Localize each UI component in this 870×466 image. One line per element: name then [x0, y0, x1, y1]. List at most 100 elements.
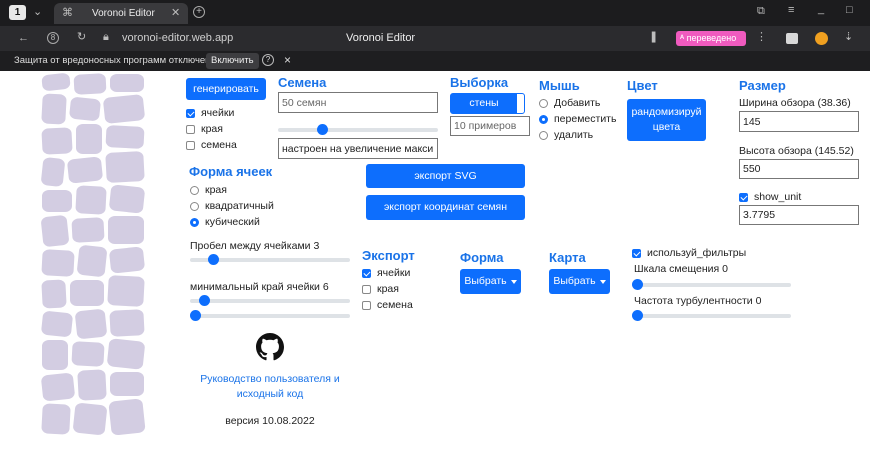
voronoi-cell [71, 341, 105, 367]
walls-toggle-label: стены [451, 94, 517, 113]
mouse-move-radio[interactable] [539, 115, 548, 124]
export-seeds-button[interactable]: экспорт координат семян [366, 195, 525, 220]
voronoi-cell [73, 403, 107, 435]
map-heading: Карта [549, 250, 586, 265]
min-edge-slider[interactable] [190, 299, 350, 303]
translated-badge[interactable]: ᴬ переведено [676, 31, 746, 46]
downloads-icon[interactable]: ⇣ [844, 32, 853, 43]
menu-icon[interactable]: ≡ [788, 5, 794, 16]
close-warning-icon[interactable]: × [284, 53, 291, 67]
slider-thumb[interactable] [632, 279, 643, 290]
reload-icon[interactable]: ↻ [77, 32, 86, 43]
voronoi-cell [67, 156, 103, 184]
voronoi-preview[interactable] [40, 72, 146, 438]
map-select-button[interactable]: Выбрать [549, 269, 610, 294]
github-icon[interactable] [256, 333, 284, 361]
cell-shape-edges-label: края [205, 184, 227, 196]
export-cells-checkbox[interactable] [362, 269, 371, 278]
minimize-icon[interactable]: _ [818, 4, 824, 15]
view-height-input[interactable]: 550 [739, 159, 859, 179]
tab-list-chevron-icon[interactable]: ⌄ [33, 7, 42, 18]
extension-icon[interactable] [815, 32, 828, 45]
cell-shape-cubic-label: кубический [205, 216, 260, 228]
turbulence-label: Частота турбулентности 0 [634, 295, 762, 307]
more-icon[interactable]: ⋮ [756, 32, 767, 43]
url-text[interactable]: voronoi-editor.web.app [122, 32, 233, 44]
export-edges-checkbox[interactable] [362, 285, 371, 294]
voronoi-cell [41, 403, 71, 435]
use-filters-label: используй_фильтры [647, 247, 747, 259]
extra-slider[interactable] [190, 314, 350, 318]
cell-shape-quadratic-label: квадратичный [205, 200, 274, 212]
seed-count-input[interactable]: 50 семян [278, 92, 438, 113]
yandex-protect-icon[interactable]: 8 [47, 32, 59, 44]
export-heading: Экспорт [362, 248, 415, 263]
voronoi-cell [109, 309, 145, 337]
voronoi-cell [75, 185, 107, 215]
user-guide-link[interactable]: Руководство пользователя и исходный код [195, 372, 345, 402]
export-seeds-checkbox[interactable] [362, 301, 371, 310]
seeds-heading: Семена [278, 75, 327, 90]
color-heading: Цвет [627, 78, 658, 93]
help-icon[interactable]: ? [262, 54, 274, 66]
tab-close-icon[interactable]: ✕ [171, 8, 180, 19]
chevron-down-icon [510, 279, 517, 284]
voronoi-cell [41, 311, 73, 337]
view-width-input[interactable]: 145 [739, 111, 859, 132]
slider-thumb[interactable] [632, 310, 643, 321]
show-unit-checkbox[interactable] [739, 193, 748, 202]
cell-shape-quadratic-radio[interactable] [190, 202, 199, 211]
enable-protection-button[interactable]: Включить [206, 53, 259, 69]
slider-thumb[interactable] [190, 310, 201, 321]
voronoi-cell [75, 309, 107, 339]
slider-thumb[interactable] [207, 254, 219, 265]
collections-icon[interactable]: ⧉ [757, 6, 765, 17]
show-seeds-checkbox[interactable] [186, 141, 195, 150]
tab-counter[interactable]: 1 [9, 5, 26, 20]
voronoi-cell [108, 399, 146, 435]
voronoi-cell [107, 275, 145, 307]
randomize-colors-button[interactable]: рандомизируй цвета [627, 99, 706, 141]
export-svg-button[interactable]: экспорт SVG [366, 164, 525, 188]
walls-toggle[interactable]: стены [450, 93, 525, 114]
voronoi-cell [105, 151, 145, 183]
voronoi-cell [41, 157, 65, 187]
voronoi-cell [41, 215, 69, 247]
export-edges-label: края [377, 283, 399, 295]
offset-scale-slider[interactable] [632, 283, 791, 287]
slider-thumb[interactable] [316, 124, 328, 135]
browser-tab[interactable]: ⌘ Voronoi Editor ✕ [54, 3, 188, 24]
new-tab-icon[interactable]: + [193, 6, 205, 18]
min-edge-label: минимальный край ячейки 6 [190, 281, 329, 293]
cell-shape-edges-radio[interactable] [190, 186, 199, 195]
security-warning-bar: Защита от вредоносных программ отключена… [0, 51, 870, 71]
shape-select-button[interactable]: Выбрать [460, 269, 521, 294]
warning-text: Защита от вредоносных программ отключена [14, 55, 216, 66]
reader-icon[interactable] [786, 33, 798, 44]
seeds-slider[interactable] [278, 128, 438, 132]
use-filters-checkbox[interactable] [632, 249, 641, 258]
voronoi-cell [41, 73, 71, 91]
samples-input[interactable]: 10 примеров [450, 116, 530, 136]
mouse-heading: Мышь [539, 78, 580, 93]
show-edges-checkbox[interactable] [186, 125, 195, 134]
sampling-heading: Выборка [450, 75, 509, 90]
bookmark-icon[interactable]: ❚ [649, 32, 658, 43]
mouse-delete-radio[interactable] [539, 131, 548, 140]
voronoi-cell [109, 184, 145, 214]
show-cells-checkbox[interactable] [186, 109, 195, 118]
voronoi-favicon-icon: ⌘ [62, 7, 73, 19]
back-icon[interactable]: ← [18, 33, 29, 44]
slider-thumb[interactable] [198, 295, 210, 306]
unit-input[interactable]: 3.7795 [739, 205, 859, 225]
translated-label: переведено [686, 33, 737, 43]
maximize-icon[interactable]: □ [846, 5, 853, 16]
generate-button[interactable]: генерировать [186, 78, 266, 100]
mouse-add-radio[interactable] [539, 99, 548, 108]
turbulence-slider[interactable] [632, 314, 791, 318]
voronoi-cell [103, 94, 145, 124]
view-width-label: Ширина обзора (38.36) [739, 97, 851, 109]
cell-shape-cubic-radio[interactable] [190, 218, 199, 227]
seed-mode-input[interactable]: настроен на увеличение макси [278, 138, 438, 159]
voronoi-cell [41, 279, 67, 309]
